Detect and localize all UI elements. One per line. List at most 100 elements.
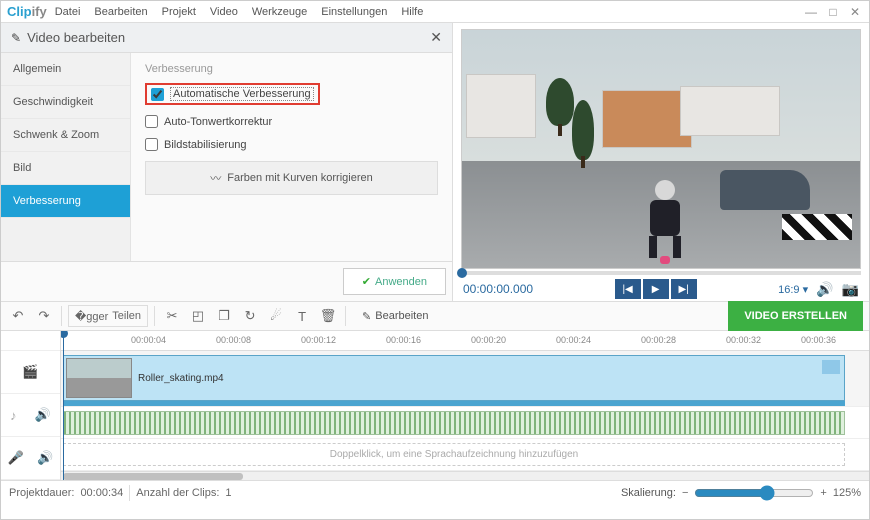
preview-area: 00:00:00.000 |◀ ▶ ▶| 16:9 ▾ 🔊 📷 xyxy=(453,23,869,301)
scroll-thumb[interactable] xyxy=(63,473,243,480)
panel-title: Video bearbeiten xyxy=(27,30,125,45)
timeline-playhead[interactable] xyxy=(63,331,64,480)
zoom-out-button[interactable]: − xyxy=(682,487,688,499)
auto-tone-row[interactable]: Auto-Tonwertkorrektur xyxy=(145,115,438,128)
auto-enhance-label: Automatische Verbesserung xyxy=(170,87,314,101)
audio-track-icon: ♪ xyxy=(10,408,17,423)
tab-speed[interactable]: Geschwindigkeit xyxy=(1,86,130,119)
scale-label: Skalierung: xyxy=(621,487,676,499)
voice-hint[interactable]: Doppelklick, um eine Sprachaufzeichnung … xyxy=(63,443,845,466)
menu-help[interactable]: Hilfe xyxy=(401,6,423,18)
mic-track-icon: 🎤 xyxy=(8,450,24,466)
effects-button[interactable]: ☄ xyxy=(265,305,287,327)
tick: 00:00:04 xyxy=(131,335,166,345)
audio-mute-icon[interactable]: 🔊 xyxy=(35,407,51,423)
duration-value: 00:00:34 xyxy=(80,487,123,499)
mic-mute-icon[interactable]: 🔊 xyxy=(37,450,53,466)
panel-tabs: Allgemein Geschwindigkeit Schwenk & Zoom… xyxy=(1,53,131,261)
status-bar: Projektdauer: 00:00:34 Anzahl der Clips:… xyxy=(1,481,869,505)
edit-panel: ✎ Video bearbeiten ✕ Allgemein Geschwind… xyxy=(1,23,453,301)
video-preview[interactable] xyxy=(461,29,861,269)
split-label: Teilen xyxy=(112,310,141,322)
video-clip[interactable]: Roller_skating.mp4 xyxy=(63,355,845,401)
tab-image[interactable]: Bild xyxy=(1,152,130,185)
tick: 00:00:20 xyxy=(471,335,506,345)
main-menu: Datei Bearbeiten Projekt Video Werkzeuge… xyxy=(55,6,424,18)
apply-button-label: Anwenden xyxy=(375,276,427,288)
timeline-scrollbar[interactable] xyxy=(61,471,869,480)
next-button[interactable]: ▶| xyxy=(671,279,697,299)
text-button[interactable]: T xyxy=(291,305,313,327)
menu-edit[interactable]: Bearbeiten xyxy=(94,6,147,18)
scale-slider[interactable] xyxy=(694,485,814,501)
delete-button[interactable]: 🗑 xyxy=(317,305,339,327)
split-button[interactable]: �gger Teilen xyxy=(68,305,148,327)
timeline: 🎬 ♪ 🔊 🎤 🔊 00:00:04 00:00:08 00:00:12 00:… xyxy=(1,331,869,481)
video-track[interactable]: Roller_skating.mp4 xyxy=(61,351,869,407)
create-video-button[interactable]: VIDEO ERSTELLEN xyxy=(728,301,863,331)
edit-pencil-icon: ✎ xyxy=(362,310,371,323)
clips-label: Anzahl der Clips: xyxy=(136,487,219,499)
copy-button[interactable]: ❐ xyxy=(213,305,235,327)
snapshot-icon[interactable]: 📷 xyxy=(842,281,859,298)
video-track-icon: 🎬 xyxy=(22,364,38,380)
clip-thumbnail xyxy=(66,358,132,398)
minimize-button[interactable]: — xyxy=(803,5,819,19)
check-icon: ✔ xyxy=(362,275,371,288)
tick: 00:00:16 xyxy=(386,335,421,345)
edit-button[interactable]: ✎ Bearbeiten xyxy=(352,305,438,327)
tab-general[interactable]: Allgemein xyxy=(1,53,130,86)
tick: 00:00:32 xyxy=(726,335,761,345)
crop-button[interactable]: ◰ xyxy=(187,305,209,327)
volume-icon[interactable]: 🔊 xyxy=(816,281,833,298)
auto-enhance-checkbox[interactable] xyxy=(151,88,164,101)
auto-enhance-row[interactable]: Automatische Verbesserung xyxy=(145,83,320,105)
auto-tone-checkbox[interactable] xyxy=(145,115,158,128)
maximize-button[interactable]: □ xyxy=(825,5,841,19)
menu-video[interactable]: Video xyxy=(210,6,238,18)
timecode: 00:00:00.000 xyxy=(463,282,533,296)
stabilize-row[interactable]: Bildstabilisierung xyxy=(145,138,438,151)
edit-icon: ✎ xyxy=(11,31,21,45)
zoom-in-button[interactable]: + xyxy=(820,487,826,499)
scrub-handle[interactable] xyxy=(457,268,467,278)
aspect-ratio[interactable]: 16:9 ▾ xyxy=(778,283,808,296)
audio-track[interactable] xyxy=(61,407,869,439)
close-window-button[interactable]: ✕ xyxy=(847,5,863,19)
menu-settings[interactable]: Einstellungen xyxy=(321,6,387,18)
tab-enhancement[interactable]: Verbesserung xyxy=(1,185,130,218)
stabilize-label: Bildstabilisierung xyxy=(164,139,247,151)
group-label: Verbesserung xyxy=(145,63,438,75)
stabilize-checkbox[interactable] xyxy=(145,138,158,151)
menu-project[interactable]: Projekt xyxy=(162,6,196,18)
scale-value: 125% xyxy=(833,487,861,499)
undo-button[interactable]: ↶ xyxy=(7,305,29,327)
apply-button[interactable]: ✔ Anwenden xyxy=(343,268,446,295)
curves-button[interactable]: 〰 Farben mit Kurven korrigieren xyxy=(145,161,438,195)
panel-close-button[interactable]: ✕ xyxy=(430,29,442,46)
tab-panzoom[interactable]: Schwenk & Zoom xyxy=(1,119,130,152)
tick: 00:00:36 xyxy=(801,335,836,345)
tick: 00:00:28 xyxy=(641,335,676,345)
menu-tools[interactable]: Werkzeuge xyxy=(252,6,307,18)
tick: 00:00:24 xyxy=(556,335,591,345)
tick: 00:00:08 xyxy=(216,335,251,345)
edit-button-label: Bearbeiten xyxy=(375,310,428,322)
rotate-button[interactable]: ↻ xyxy=(239,305,261,327)
audio-waveform[interactable] xyxy=(63,411,845,435)
curves-button-label: Farben mit Kurven korrigieren xyxy=(227,172,373,184)
curve-icon: 〰 xyxy=(210,170,221,186)
auto-tone-label: Auto-Tonwertkorrektur xyxy=(164,116,272,128)
clip-filename: Roller_skating.mp4 xyxy=(138,373,224,384)
prev-button[interactable]: |◀ xyxy=(615,279,641,299)
time-ruler[interactable]: 00:00:04 00:00:08 00:00:12 00:00:16 00:0… xyxy=(61,331,869,351)
redo-button[interactable]: ↷ xyxy=(33,305,55,327)
play-button[interactable]: ▶ xyxy=(643,279,669,299)
app-logo: Clipify xyxy=(7,4,47,19)
cut-button[interactable]: ✂ xyxy=(161,305,183,327)
clips-value: 1 xyxy=(225,487,231,499)
clip-thumb-end xyxy=(822,360,840,374)
voice-track[interactable]: Doppelklick, um eine Sprachaufzeichnung … xyxy=(61,439,869,471)
split-icon: �gger xyxy=(75,310,108,323)
menu-file[interactable]: Datei xyxy=(55,6,81,18)
